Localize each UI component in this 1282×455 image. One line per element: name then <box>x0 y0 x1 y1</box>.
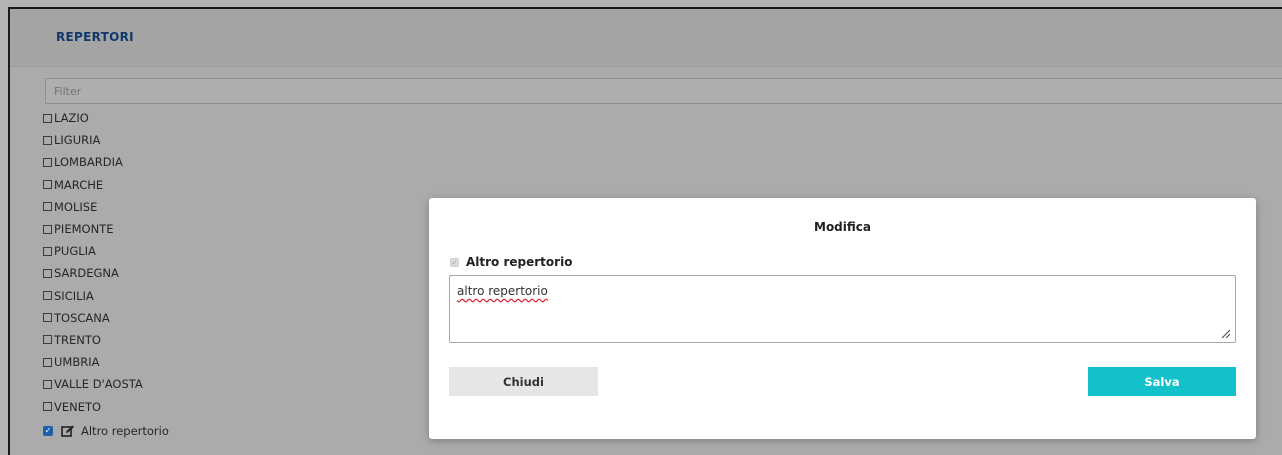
save-button[interactable]: Salva <box>1088 367 1236 396</box>
panel-title: REPERTORI <box>56 30 134 44</box>
altro-repertorio-checkbox-row[interactable]: ✓ Altro repertorio <box>450 255 572 269</box>
list-item[interactable]: PIEMONTE <box>43 218 169 240</box>
list-item[interactable]: LAZIO <box>43 107 169 129</box>
list-item[interactable]: SICILIA <box>43 285 169 307</box>
list-item-label: TOSCANA <box>54 310 110 325</box>
list-item[interactable]: MARCHE <box>43 174 169 196</box>
description-textarea[interactable]: altro repertorio <box>449 275 1236 343</box>
repertori-list: LAZIO LIGURIA LOMBARDIA MARCHE MOLISE PI… <box>43 107 169 442</box>
list-item[interactable]: SARDEGNA <box>43 262 169 284</box>
list-item-label: TRENTO <box>54 332 101 347</box>
list-item[interactable]: VENETO <box>43 395 169 417</box>
edit-icon[interactable] <box>61 425 75 437</box>
list-item-label: LOMBARDIA <box>54 155 123 170</box>
list-item-label: MARCHE <box>54 177 104 192</box>
checkbox[interactable] <box>43 268 52 278</box>
list-item[interactable]: LIGURIA <box>43 129 169 151</box>
checkbox[interactable] <box>43 313 52 323</box>
close-button[interactable]: Chiudi <box>449 367 598 396</box>
list-item[interactable]: MOLISE <box>43 196 169 218</box>
panel-header: REPERTORI <box>10 9 1282 67</box>
checkbox[interactable] <box>43 335 52 345</box>
checkbox-label: Altro repertorio <box>466 255 573 269</box>
textarea-value: altro repertorio <box>457 284 548 298</box>
list-item-label: UMBRIA <box>54 355 100 370</box>
checkbox[interactable] <box>43 224 52 234</box>
checkbox[interactable] <box>43 180 52 190</box>
list-item-label: PIEMONTE <box>54 222 114 237</box>
list-item-custom[interactable]: ✓ Altro repertorio <box>43 420 169 442</box>
list-item-label: VALLE D'AOSTA <box>54 377 143 392</box>
filter-input[interactable] <box>45 78 1282 104</box>
list-item-label: LAZIO <box>54 111 89 126</box>
edit-modal: Modifica ✓ Altro repertorio altro repert… <box>429 198 1256 439</box>
checkbox[interactable] <box>43 291 52 301</box>
checkbox[interactable] <box>43 379 52 389</box>
list-item-label: SARDEGNA <box>54 266 119 281</box>
checkbox[interactable] <box>43 202 52 212</box>
checkbox-checked[interactable]: ✓ <box>43 425 53 436</box>
checkbox-disabled[interactable]: ✓ <box>450 257 459 267</box>
list-item[interactable]: TOSCANA <box>43 307 169 329</box>
checkbox[interactable] <box>43 246 52 256</box>
list-item[interactable]: VALLE D'AOSTA <box>43 373 169 395</box>
list-item[interactable]: UMBRIA <box>43 351 169 373</box>
resize-grip-icon[interactable] <box>1221 329 1230 338</box>
list-item-label: SICILIA <box>54 288 94 303</box>
checkbox[interactable] <box>43 357 52 367</box>
list-item[interactable]: PUGLIA <box>43 240 169 262</box>
checkbox[interactable] <box>43 402 52 412</box>
list-item-label: Altro repertorio <box>81 423 169 438</box>
list-item[interactable]: TRENTO <box>43 329 169 351</box>
list-item-label: LIGURIA <box>54 133 101 148</box>
checkbox[interactable] <box>43 113 52 123</box>
list-item-label: PUGLIA <box>54 244 96 259</box>
list-item-label: VENETO <box>54 399 102 414</box>
checkbox[interactable] <box>43 135 52 145</box>
modal-title: Modifica <box>814 220 871 234</box>
list-item-label: MOLISE <box>54 199 98 214</box>
list-item[interactable]: LOMBARDIA <box>43 151 169 173</box>
checkbox[interactable] <box>43 157 52 167</box>
